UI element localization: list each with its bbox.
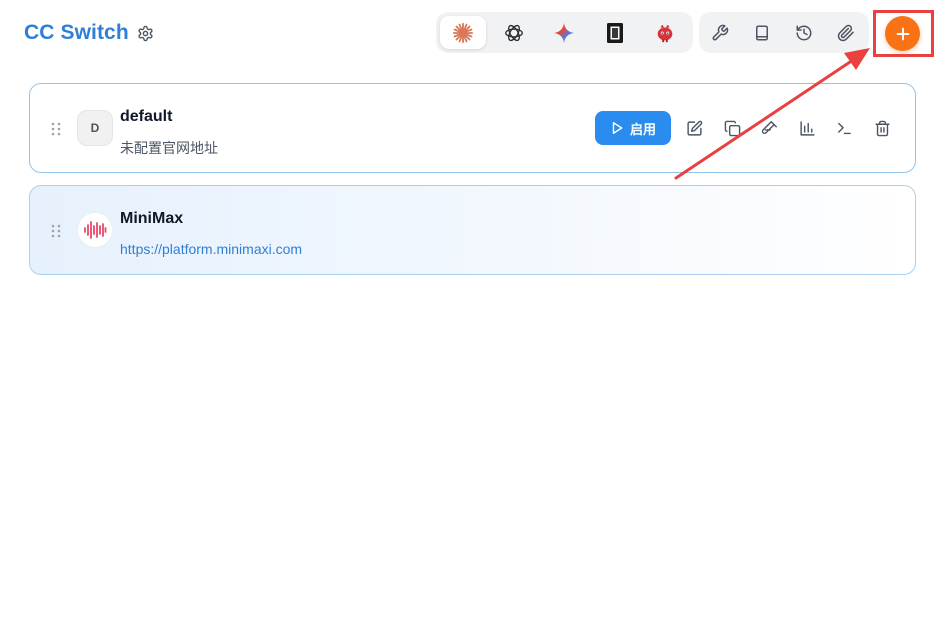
tab-app-5[interactable] — [642, 16, 688, 49]
gemini-sparkle-icon — [553, 22, 575, 43]
openai-knot-icon — [505, 24, 523, 41]
book-icon — [756, 25, 768, 40]
black-panel-icon — [607, 22, 623, 43]
play-icon — [612, 122, 623, 134]
tab-gemini[interactable] — [541, 16, 587, 49]
drag-handle-icon[interactable] — [50, 223, 62, 239]
red-mascot-icon — [657, 24, 673, 42]
tab-codex[interactable] — [491, 16, 537, 49]
edit-icon — [686, 120, 702, 136]
history-icon — [796, 25, 812, 40]
wrench-icon — [712, 24, 729, 40]
drag-handle-icon[interactable] — [50, 121, 62, 137]
add-provider-button[interactable] — [885, 16, 920, 51]
tab-app-4[interactable] — [592, 16, 638, 49]
provider-card-minimax[interactable]: MiniMax https://platform.minimaxi.com — [29, 185, 916, 275]
provider-name: MiniMax — [120, 210, 184, 227]
test-icon — [761, 120, 777, 134]
app-window: CC Switch D default 未配置官网地址 启用 MiniMax h… — [0, 0, 945, 630]
paperclip-button[interactable] — [828, 16, 864, 49]
enable-label: 启用 — [629, 121, 656, 137]
app-switcher — [436, 12, 693, 53]
book-button[interactable] — [744, 16, 780, 49]
stats-icon — [799, 120, 815, 136]
trash-icon — [874, 120, 890, 136]
provider-avatar: D — [77, 110, 113, 146]
settings-button[interactable] — [134, 22, 156, 44]
provider-card-default[interactable]: D default 未配置官网地址 启用 — [29, 83, 916, 173]
delete-button[interactable] — [870, 116, 894, 140]
minimax-wave-icon — [84, 221, 107, 239]
paperclip-icon — [837, 24, 854, 41]
provider-avatar — [77, 212, 113, 248]
app-title: CC Switch — [24, 21, 129, 44]
enable-button[interactable]: 启用 — [595, 111, 671, 145]
stats-button[interactable] — [795, 116, 819, 140]
provider-website-status: 未配置官网地址 — [120, 140, 218, 156]
terminal-icon — [837, 122, 851, 134]
tab-claude[interactable] — [440, 16, 486, 49]
terminal-button[interactable] — [832, 116, 856, 140]
wrench-button[interactable] — [702, 16, 738, 49]
gear-icon — [137, 25, 153, 41]
copy-icon — [724, 120, 740, 136]
history-button[interactable] — [786, 16, 822, 49]
provider-name: default — [120, 108, 173, 125]
claude-starburst-icon — [452, 22, 474, 43]
test-button[interactable] — [757, 116, 781, 140]
plus-icon — [896, 27, 909, 40]
provider-website-link[interactable]: https://platform.minimaxi.com — [120, 241, 302, 257]
edit-button[interactable] — [682, 116, 706, 140]
tool-bar — [699, 12, 869, 53]
duplicate-button[interactable] — [720, 116, 744, 140]
